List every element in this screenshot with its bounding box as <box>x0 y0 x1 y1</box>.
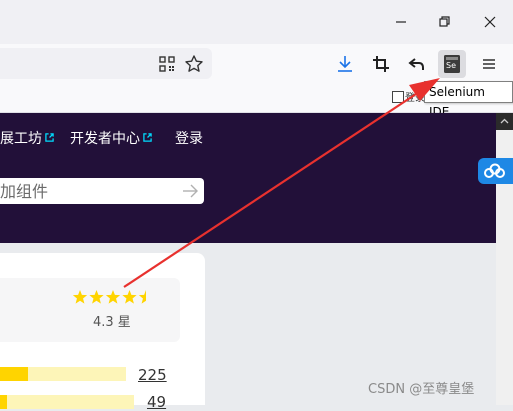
minimize-icon <box>396 21 406 23</box>
bookmark-star-button[interactable] <box>182 52 206 76</box>
external-link-icon <box>143 133 152 142</box>
cloud-icon <box>484 163 505 178</box>
star-icon <box>138 290 146 304</box>
download-icon <box>338 56 352 72</box>
qr-code-icon <box>159 56 175 72</box>
addon-search <box>0 178 204 204</box>
reply-button[interactable] <box>405 52 429 76</box>
downloads-button[interactable] <box>333 52 357 76</box>
screenshot-crop-button[interactable] <box>369 52 393 76</box>
scroll-up-button[interactable] <box>496 113 513 130</box>
restore-icon <box>439 16 450 27</box>
external-link-icon <box>45 133 54 142</box>
arrow-right-icon[interactable] <box>182 183 198 199</box>
nav-link-label: 开发者中心 <box>70 131 140 147</box>
watermark: CSDN @至尊皇堡 <box>368 382 475 397</box>
rating-count-4[interactable]: 49 <box>147 393 166 411</box>
app-menu-button[interactable] <box>477 52 501 76</box>
star-icon <box>72 290 88 304</box>
url-bar[interactable] <box>0 48 212 79</box>
qr-code-button[interactable] <box>155 52 179 76</box>
nav-link-developer-center[interactable]: 开发者中心 <box>70 128 152 148</box>
rating-bar-4-fill <box>0 395 7 409</box>
minimize-button[interactable] <box>389 10 413 34</box>
close-icon <box>484 16 496 28</box>
reply-arrow-icon <box>408 58 424 70</box>
search-input[interactable] <box>0 178 175 204</box>
page-scrollbar[interactable] <box>496 113 513 405</box>
crop-icon <box>373 56 389 72</box>
checkbox[interactable] <box>392 91 404 103</box>
rating-value: 4.3 星 <box>93 315 131 330</box>
star-icon <box>105 290 121 304</box>
hamburger-menu-icon <box>483 59 495 69</box>
rating-stars <box>72 290 146 304</box>
nav-link-login[interactable]: 登录 <box>175 128 203 148</box>
star-icon <box>122 290 137 304</box>
checkbox-label: 登录 <box>405 93 425 104</box>
close-button[interactable] <box>478 10 502 34</box>
nav-link-workshop[interactable]: 展工坊 <box>0 128 54 148</box>
rating-bar-5-fill <box>0 367 28 381</box>
star-icon <box>89 290 104 304</box>
selenium-ide-tooltip: Selenium IDE <box>424 81 513 119</box>
rating-bar-4-track <box>0 395 134 409</box>
rating-summary <box>0 278 180 342</box>
nav-link-label: 展工坊 <box>0 131 42 147</box>
cloud-sync-button[interactable] <box>478 158 513 184</box>
restore-button[interactable] <box>432 10 456 34</box>
bookmark-star-icon <box>185 55 203 72</box>
selenium-ide-label: Se <box>446 61 456 70</box>
chevron-up-icon <box>500 118 509 124</box>
selenium-ide-button[interactable]: Se <box>438 50 466 78</box>
rating-count-5[interactable]: 225 <box>138 366 167 384</box>
